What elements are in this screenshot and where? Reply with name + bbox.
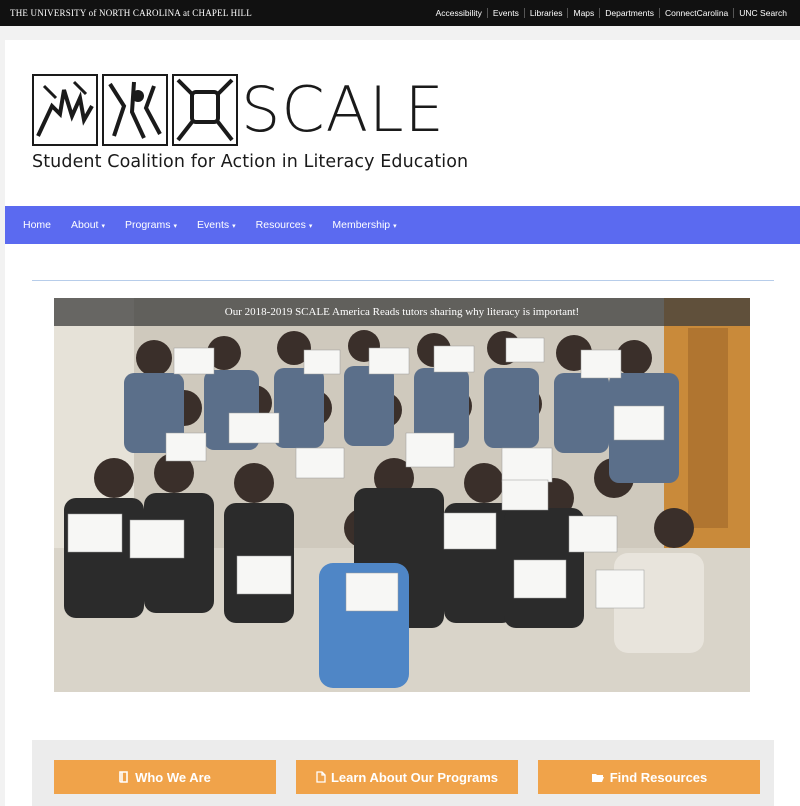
divider xyxy=(32,280,774,281)
caret-down-icon: ▾ xyxy=(393,223,397,230)
caret-down-icon: ▾ xyxy=(308,223,313,230)
nav-item-label: Home xyxy=(23,219,52,231)
nav-item-home[interactable]: Home xyxy=(13,219,61,231)
logo-tile-fist xyxy=(172,74,238,146)
find-resources-button[interactable]: Find Resources xyxy=(538,760,760,794)
logo-subtitle: Student Coalition for Action in Literacy… xyxy=(32,152,469,172)
nav-item-resources[interactable]: Resources ▾ xyxy=(246,219,323,231)
photo-caption: Our 2018-2019 SCALE America Reads tutors… xyxy=(54,298,750,326)
nav-item-label: Events xyxy=(197,219,230,231)
caret-down-icon: ▾ xyxy=(173,223,178,230)
unc-link-departments[interactable]: Departments xyxy=(599,8,659,18)
unc-link-events[interactable]: Events xyxy=(486,8,524,18)
folder-open-icon xyxy=(591,773,604,782)
who-we-are-label: Who We Are xyxy=(135,769,211,785)
find-resources-label: Find Resources xyxy=(609,769,708,785)
who-we-are-button[interactable]: Who We Are xyxy=(54,760,276,794)
unc-links: Accessibility Events Libraries Maps Depa… xyxy=(431,8,792,18)
logo-wordmark: SCALE xyxy=(241,73,445,146)
nav-item-membership[interactable]: Membership ▾ xyxy=(322,219,406,231)
nav-item-label: About xyxy=(71,219,99,231)
page-frame: SCALE Student Coalition for Action in Li… xyxy=(0,26,800,806)
nav-item-about[interactable]: About ▾ xyxy=(61,219,115,231)
book-icon xyxy=(119,771,128,783)
logo-tile-hands xyxy=(32,74,98,146)
unc-link-maps[interactable]: Maps xyxy=(567,8,599,18)
group-photo-illustration xyxy=(54,298,750,692)
unc-link-libraries[interactable]: Libraries xyxy=(523,8,568,18)
unc-top-bar: THE UNIVERSITY of NORTH CAROLINA at CHAP… xyxy=(0,0,800,26)
caret-down-icon: ▾ xyxy=(232,223,236,230)
unc-link-search[interactable]: UNC Search xyxy=(733,8,792,18)
main-nav: Home About ▾ Programs ▾ Events ▾ Resources ▾… xyxy=(5,206,800,244)
nav-item-label: Programs xyxy=(124,219,171,231)
cta-panel: Who We Are Learn About Our Programs Find… xyxy=(32,740,774,806)
nav-item-label: Membership xyxy=(332,219,391,231)
nav-item-events[interactable]: Events ▾ xyxy=(187,219,246,231)
logo-tiles xyxy=(32,74,238,146)
group-photo: Our 2018-2019 SCALE America Reads tutors… xyxy=(54,298,750,692)
unc-link-accessibility[interactable]: Accessibility xyxy=(431,8,487,18)
caret-down-icon: ▾ xyxy=(101,223,105,230)
unc-link-connectcarolina[interactable]: ConnectCarolina xyxy=(658,8,733,18)
logo-tile-figure xyxy=(102,74,168,146)
unc-brand[interactable]: THE UNIVERSITY of NORTH CAROLINA at CHAP… xyxy=(10,8,252,18)
nav-item-programs[interactable]: Programs ▾ xyxy=(115,219,187,231)
learn-programs-label: Learn About Our Programs xyxy=(330,769,499,785)
scale-logo[interactable]: SCALE Student Coalition for Action in Li… xyxy=(32,73,468,184)
page-content: SCALE Student Coalition for Action in Li… xyxy=(5,40,800,806)
learn-programs-button[interactable]: Learn About Our Programs xyxy=(296,760,518,794)
nav-item-label: Resources xyxy=(255,219,306,231)
document-icon xyxy=(316,771,326,783)
